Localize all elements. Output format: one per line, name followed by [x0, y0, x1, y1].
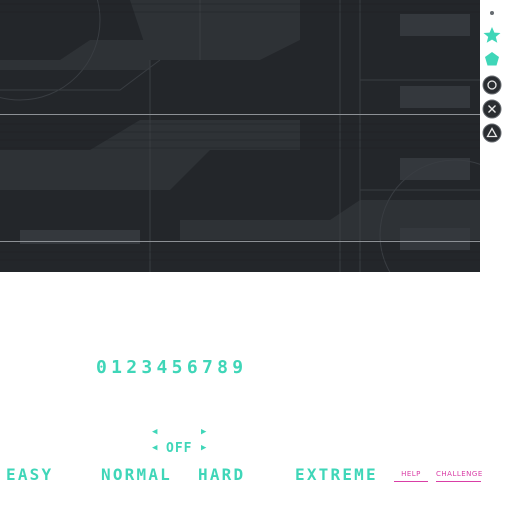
- triangle-button-icon: [482, 123, 502, 143]
- option-next-arrow-icon[interactable]: ▶: [201, 444, 206, 453]
- divider-line-top: [0, 114, 480, 115]
- option-prev-arrow-icon[interactable]: ◀: [152, 444, 157, 453]
- challenge-button[interactable]: CHALLENGE: [436, 468, 482, 482]
- digit-sprite-strip: 0123456789: [96, 357, 248, 378]
- background-panel: [0, 0, 480, 272]
- difficulty-hard[interactable]: HARD: [198, 466, 245, 484]
- circle-button-icon: [482, 75, 502, 95]
- pentagon-icon: [485, 52, 499, 66]
- difficulty-extreme[interactable]: EXTREME: [295, 466, 378, 484]
- cross-button-icon: [482, 99, 502, 119]
- help-button[interactable]: HELP: [394, 468, 428, 482]
- difficulty-normal[interactable]: NORMAL: [101, 466, 172, 484]
- difficulty-easy[interactable]: EASY: [6, 466, 53, 484]
- circuit-pattern: [0, 0, 480, 272]
- arrow-left-icon[interactable]: ◀: [152, 428, 157, 437]
- dot-icon: [490, 11, 494, 15]
- divider-line-bottom: [0, 241, 480, 242]
- star-icon: [483, 27, 501, 43]
- option-value: OFF: [166, 441, 193, 456]
- arrow-right-icon[interactable]: ▶: [201, 428, 206, 437]
